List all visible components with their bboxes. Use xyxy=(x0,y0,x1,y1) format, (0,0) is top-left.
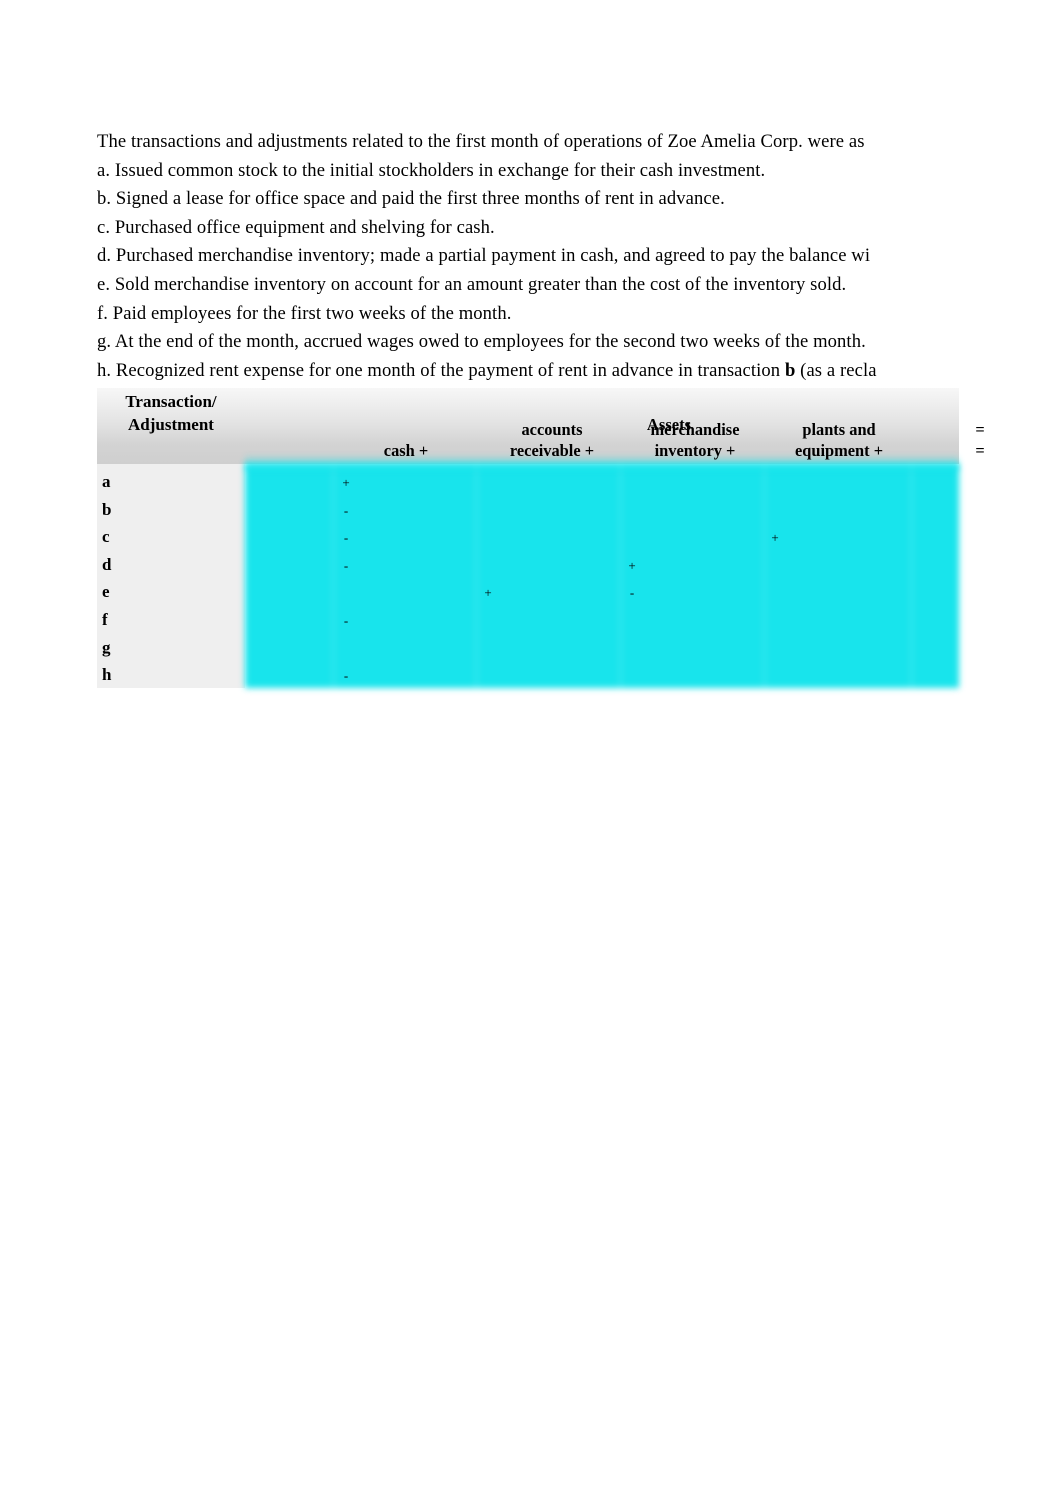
table-cell-f-cash[interactable]: - xyxy=(335,614,357,627)
document-line-d: d. Purchased merchandise inventory; made… xyxy=(97,245,871,267)
table-cell-a-cash[interactable]: + xyxy=(335,476,357,489)
document-line-h-prefix: h. Recognized rent expense for one month… xyxy=(97,359,785,381)
document-line-g: g. At the end of the month, accrued wage… xyxy=(97,331,866,353)
table-row-label-b: b xyxy=(102,499,112,519)
header-transaction-line2: Adjustment xyxy=(128,415,214,434)
document-line-e: e. Sold merchandise inventory on account… xyxy=(97,273,847,295)
table-row-label-d: d xyxy=(102,554,112,574)
header-column-cash-line2: cash + xyxy=(383,441,429,460)
header-column-pe-line2: equipment + xyxy=(794,441,884,460)
table-cell-c-cash[interactable]: - xyxy=(335,531,357,544)
header-column-equals-line2: = xyxy=(975,441,985,460)
table-cell-e-mi[interactable]: - xyxy=(621,586,643,599)
header-column-mi-line2: inventory + xyxy=(654,441,736,460)
header-column-plants-and-equipment: plants and equipment + xyxy=(764,419,914,461)
column-separator-equals xyxy=(910,464,913,688)
document-line-a: a. Issued common stock to the initial st… xyxy=(97,159,766,181)
header-transaction-adjustment: Transaction/ Adjustment xyxy=(97,390,245,436)
header-column-pe-line1: plants and xyxy=(802,420,876,439)
table-row-label-g: g xyxy=(102,637,111,657)
header-transaction-line1: Transaction/ xyxy=(125,392,217,411)
document-line-intro: The transactions and adjustments related… xyxy=(97,131,865,152)
document-line-c: c. Purchased office equipment and shelvi… xyxy=(97,216,495,238)
table-data-region xyxy=(245,464,959,688)
table-cell-d-cash[interactable]: - xyxy=(335,559,357,572)
document-text-block: The transactions and adjustments related… xyxy=(97,128,965,385)
header-column-ar-line1: accounts xyxy=(521,420,583,439)
document-line-h-reference: b xyxy=(784,359,796,381)
table-cell-b-cash[interactable]: - xyxy=(335,504,357,517)
header-column-ar-line2: receivable + xyxy=(509,441,595,460)
header-column-cash: cash + xyxy=(332,440,480,461)
document-line-f: f. Paid employees for the first two week… xyxy=(97,302,512,324)
header-column-mi-line1: merchandise xyxy=(650,420,740,439)
table-cell-h-cash[interactable]: - xyxy=(335,669,357,682)
column-separator-cash xyxy=(332,464,335,688)
table-cell-c-pe[interactable]: + xyxy=(764,531,786,544)
header-column-equals-line1: = xyxy=(975,420,985,439)
table-row-label-a: a xyxy=(102,472,111,491)
document-line-b: b. Signed a lease for office space and p… xyxy=(97,188,725,210)
table-cell-d-mi[interactable]: + xyxy=(621,559,643,572)
document-line-h-suffix: (as a recla xyxy=(795,359,877,381)
column-separator-merchandise-inventory xyxy=(619,464,622,688)
header-column-accounts-receivable: accounts receivable + xyxy=(477,419,627,461)
column-separator-plants-equipment xyxy=(763,464,766,688)
table-row-label-h: h xyxy=(102,665,112,685)
document-line-h: h. Recognized rent expense for one month… xyxy=(97,357,965,386)
header-column-merchandise-inventory: merchandise inventory + xyxy=(620,419,770,461)
table-row-label-e: e xyxy=(102,582,110,602)
table-row-label-f: f xyxy=(102,610,108,629)
table-cell-e-ar[interactable]: + xyxy=(477,586,499,599)
table-row-label-c: c xyxy=(102,527,110,547)
column-separator-accounts-receivable xyxy=(475,464,478,688)
accounting-equation-table: Transaction/ Adjustment Assets cash + ac… xyxy=(97,388,985,688)
